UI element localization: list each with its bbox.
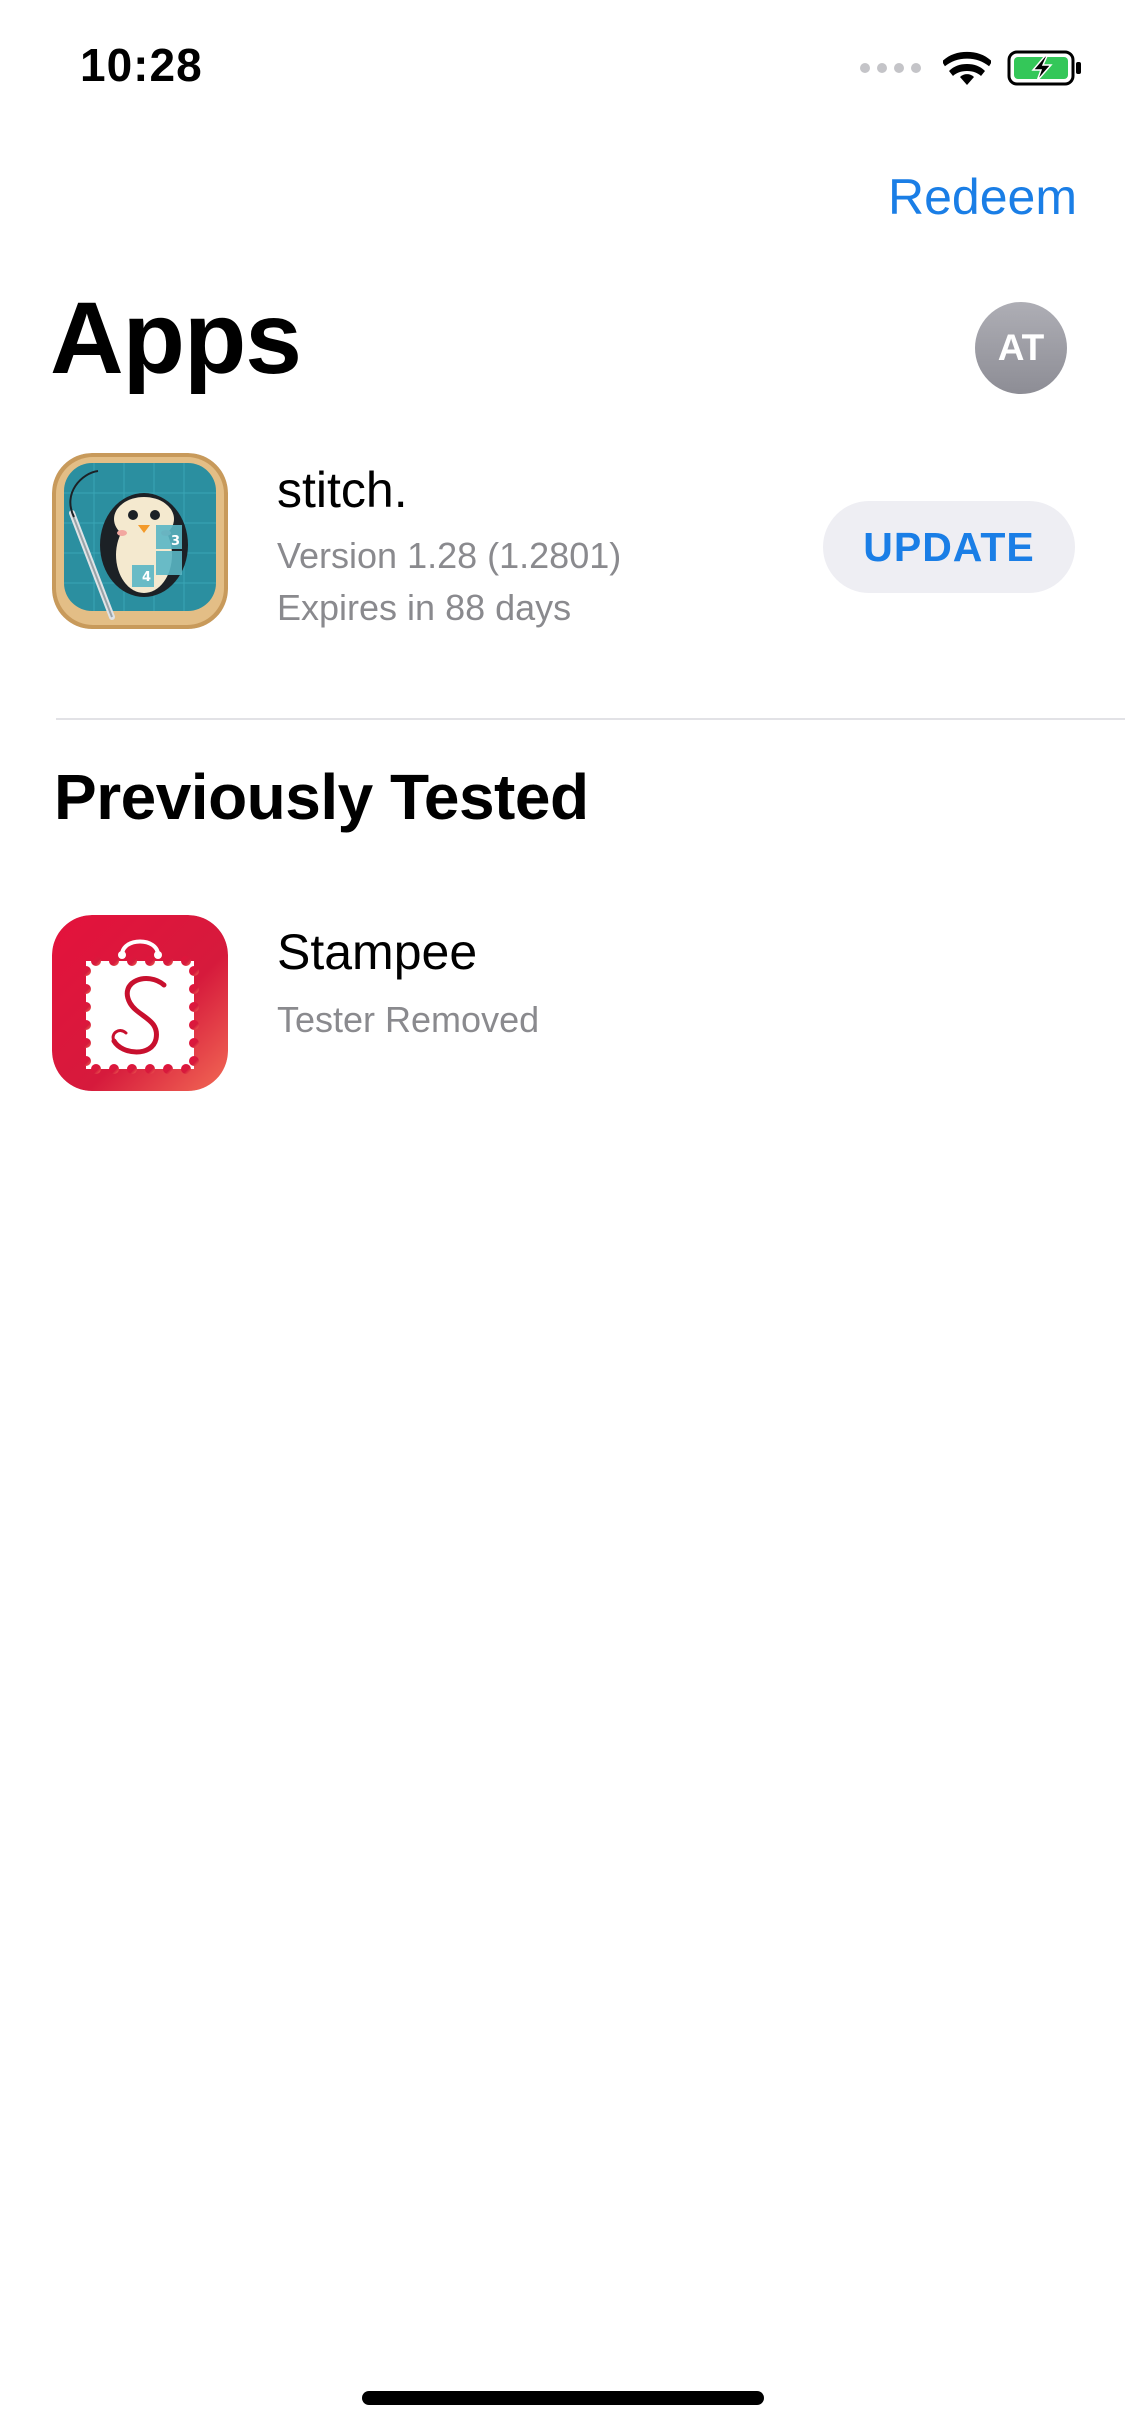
app-name: Stampee [277,924,478,980]
app-expiry: Expires in 88 days [277,587,572,628]
status-icons [860,44,1083,92]
avatar-initials: AT [997,327,1045,368]
stitch-penguin-icon[interactable]: 3 4 [52,453,228,629]
app-row-stitch[interactable]: 3 4 stitch. Version 1.28 (1.2801) Expire… [52,453,1125,633]
app-status: Tester Removed [277,999,540,1040]
redeem-button[interactable]: Redeem [888,168,1077,226]
section-title-previously-tested: Previously Tested [54,761,589,833]
signal-dots-icon [860,63,921,73]
app-version: Version 1.28 (1.2801) [277,535,622,576]
section-divider [56,718,1125,720]
account-avatar[interactable]: AT [975,302,1067,394]
home-indicator[interactable] [362,2391,764,2405]
status-time: 10:28 [80,39,203,91]
stampee-stamp-icon[interactable] [52,915,228,1091]
battery-charging-icon [1007,50,1081,86]
update-button[interactable]: UPDATE [823,501,1075,593]
app-row-stampee[interactable]: Stampee Tester Removed [52,915,1125,1095]
page-title: Apps [50,281,302,395]
app-name: stitch. [277,462,408,518]
svg-text:3: 3 [171,534,180,549]
wifi-icon [943,51,991,85]
svg-text:4: 4 [142,570,151,585]
